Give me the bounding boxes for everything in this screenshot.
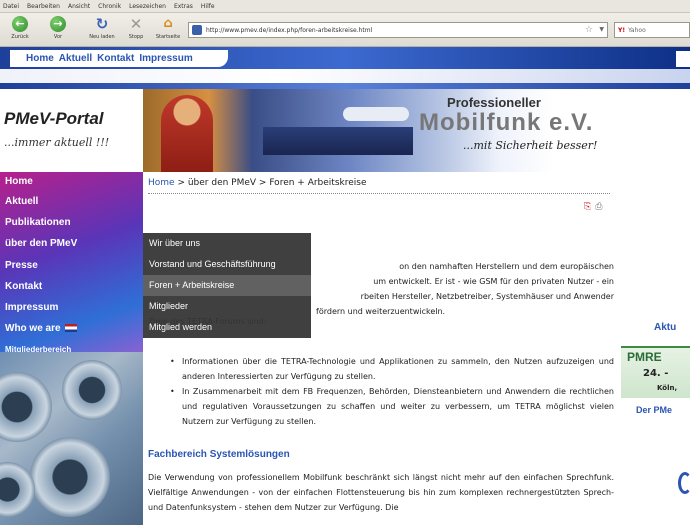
- submenu-item-mitglied-werden[interactable]: Mitglied werden: [143, 317, 311, 338]
- sidebar-item-ueber-den-pmev[interactable]: über den PMeV: [0, 234, 143, 254]
- event-date: 24. -: [643, 368, 669, 379]
- forward-arrow-icon: →: [50, 16, 66, 32]
- submenu-item-mitglieder[interactable]: Mitglieder: [143, 296, 311, 317]
- breadcrumb-ueber[interactable]: über den PMeV: [188, 178, 256, 188]
- banner-ship-image: [263, 127, 413, 155]
- top-nav-links: Home Aktuell Kontakt Impressum: [10, 50, 228, 67]
- header-strip: [0, 69, 690, 89]
- submenu-item-wir-ueber-uns[interactable]: Wir über uns: [143, 233, 311, 254]
- top-nav-impressum[interactable]: Impressum: [139, 53, 192, 64]
- banner-slogan: ...mit Sicherheit besser!: [463, 139, 598, 152]
- sidebar-item-home[interactable]: Home: [0, 172, 143, 192]
- top-nav-home[interactable]: Home: [26, 53, 54, 64]
- banner-plane-image: [343, 107, 409, 121]
- header-banner: Professioneller Mobilfunk e.V. ...mit Si…: [143, 89, 690, 172]
- menu-extras[interactable]: Extras: [174, 3, 193, 10]
- back-arrow-icon: ←: [12, 16, 28, 32]
- banner-title-line1: Professioneller: [447, 95, 541, 110]
- submenu-item-vorstand[interactable]: Vorstand und Geschäftsführung: [143, 254, 311, 275]
- sidebar-item-impressum[interactable]: Impressum: [0, 298, 143, 318]
- reload-button[interactable]: ↻ Neu laden: [82, 16, 122, 44]
- stop-icon: ✕: [129, 15, 143, 33]
- stop-button[interactable]: ✕ Stopp: [118, 16, 154, 44]
- chevron-down-icon[interactable]: ▼: [599, 26, 604, 33]
- submenu-item-foren-arbeitskreise[interactable]: Foren + Arbeitskreise: [143, 275, 311, 296]
- pdf-icon[interactable]: ⎘: [584, 202, 591, 212]
- submenu-flyout: Wir über uns Vorstand und Geschäftsführu…: [143, 233, 311, 338]
- pipe-shape: [30, 437, 110, 517]
- partner-logo-icon[interactable]: [678, 472, 690, 494]
- sidebar-item-kontakt[interactable]: Kontakt: [0, 277, 143, 297]
- address-bar[interactable]: http://www.pmev.de/index.php/foren-arbei…: [188, 22, 608, 38]
- search-input[interactable]: Yahoo: [628, 27, 646, 34]
- list-item: In Zusammenarbeit mit dem FB Frequenzen,…: [170, 384, 614, 429]
- print-icon[interactable]: ⎙: [595, 202, 602, 212]
- back-button[interactable]: ← Zurück: [2, 16, 38, 44]
- sidebar-pipes-image: [0, 352, 143, 525]
- menu-chronik[interactable]: Chronik: [98, 3, 121, 10]
- site-favicon-icon: [192, 25, 202, 35]
- banner-title-line2: Mobilfunk e.V.: [419, 109, 594, 136]
- browser-menubar: Datei Bearbeiten Ansicht Chronik Lesezei…: [0, 0, 690, 13]
- list-item: Informationen über die TETRA-Technologie…: [170, 354, 614, 384]
- bookmark-star-icon[interactable]: ☆: [585, 25, 593, 35]
- sidebar-item-who-we-are[interactable]: Who we are: [0, 319, 143, 339]
- menu-lesezeichen[interactable]: Lesezeichen: [129, 3, 166, 10]
- sidebar-item-label: Who we are: [5, 323, 61, 334]
- event-city: Köln,: [657, 384, 678, 392]
- sidebar-item-aktuell[interactable]: Aktuell: [0, 192, 143, 212]
- address-url[interactable]: http://www.pmev.de/index.php/foren-arbei…: [206, 27, 372, 34]
- news-link[interactable]: Der PMe: [636, 405, 672, 415]
- uk-flag-icon: [64, 324, 77, 333]
- event-name: PMRE: [627, 350, 662, 364]
- sidebar-item-presse[interactable]: Presse: [0, 256, 143, 276]
- event-banner[interactable]: PMRE 24. - Köln,: [621, 346, 690, 398]
- menu-ansicht[interactable]: Ansicht: [68, 3, 90, 10]
- search-bar[interactable]: Y! Yahoo: [614, 22, 690, 38]
- forward-button[interactable]: → Vor: [40, 16, 76, 44]
- news-heading: Aktu: [654, 322, 677, 333]
- menu-bearbeiten[interactable]: Bearbeiten: [27, 3, 60, 10]
- goals-list: Informationen über die TETRA-Technologie…: [170, 354, 614, 429]
- pipe-shape: [62, 360, 122, 420]
- site-logo[interactable]: PMeV-Portal ...immer aktuell !!!: [0, 89, 143, 172]
- right-sidebar: Aktu PMRE 24. - Köln, Der PMe: [618, 172, 690, 525]
- banner-person-image: [161, 95, 213, 172]
- home-icon: ⌂: [163, 16, 173, 31]
- breadcrumb-home[interactable]: Home: [148, 178, 175, 188]
- page-tools: ⎘ ⎙: [584, 202, 602, 212]
- top-nav-kontakt[interactable]: Kontakt: [97, 53, 134, 64]
- breadcrumb-divider: [148, 193, 610, 194]
- menu-datei[interactable]: Datei: [3, 3, 19, 10]
- site-top-nav: Home Aktuell Kontakt Impressum: [0, 47, 690, 69]
- reload-icon: ↻: [95, 15, 109, 33]
- home-button[interactable]: ⌂ Startseite: [150, 16, 186, 44]
- pipe-shape: [0, 372, 52, 442]
- top-nav-edge: [676, 51, 690, 67]
- sidebar-item-publikationen[interactable]: Publikationen: [0, 213, 143, 233]
- breadcrumb-current: Foren + Arbeitskreise: [269, 178, 367, 188]
- sidebar-nav: Home Aktuell Publikationen über den PMeV…: [0, 172, 143, 525]
- breadcrumb: Home > über den PMeV > Foren + Arbeitskr…: [148, 178, 367, 188]
- menu-hilfe[interactable]: Hilfe: [201, 3, 215, 10]
- logo-title: PMeV-Portal: [4, 109, 104, 128]
- logo-slogan: ...immer aktuell !!!: [4, 136, 110, 149]
- browser-toolbar: ← Zurück → Vor ↻ Neu laden ✕ Stopp ⌂ Sta…: [0, 13, 690, 47]
- search-engine-icon[interactable]: Y!: [618, 27, 625, 34]
- section-paragraph: Die Verwendung von professionellem Mobil…: [148, 473, 614, 512]
- top-nav-aktuell[interactable]: Aktuell: [59, 53, 92, 64]
- section-heading: Fachbereich Systemlösungen: [148, 449, 290, 460]
